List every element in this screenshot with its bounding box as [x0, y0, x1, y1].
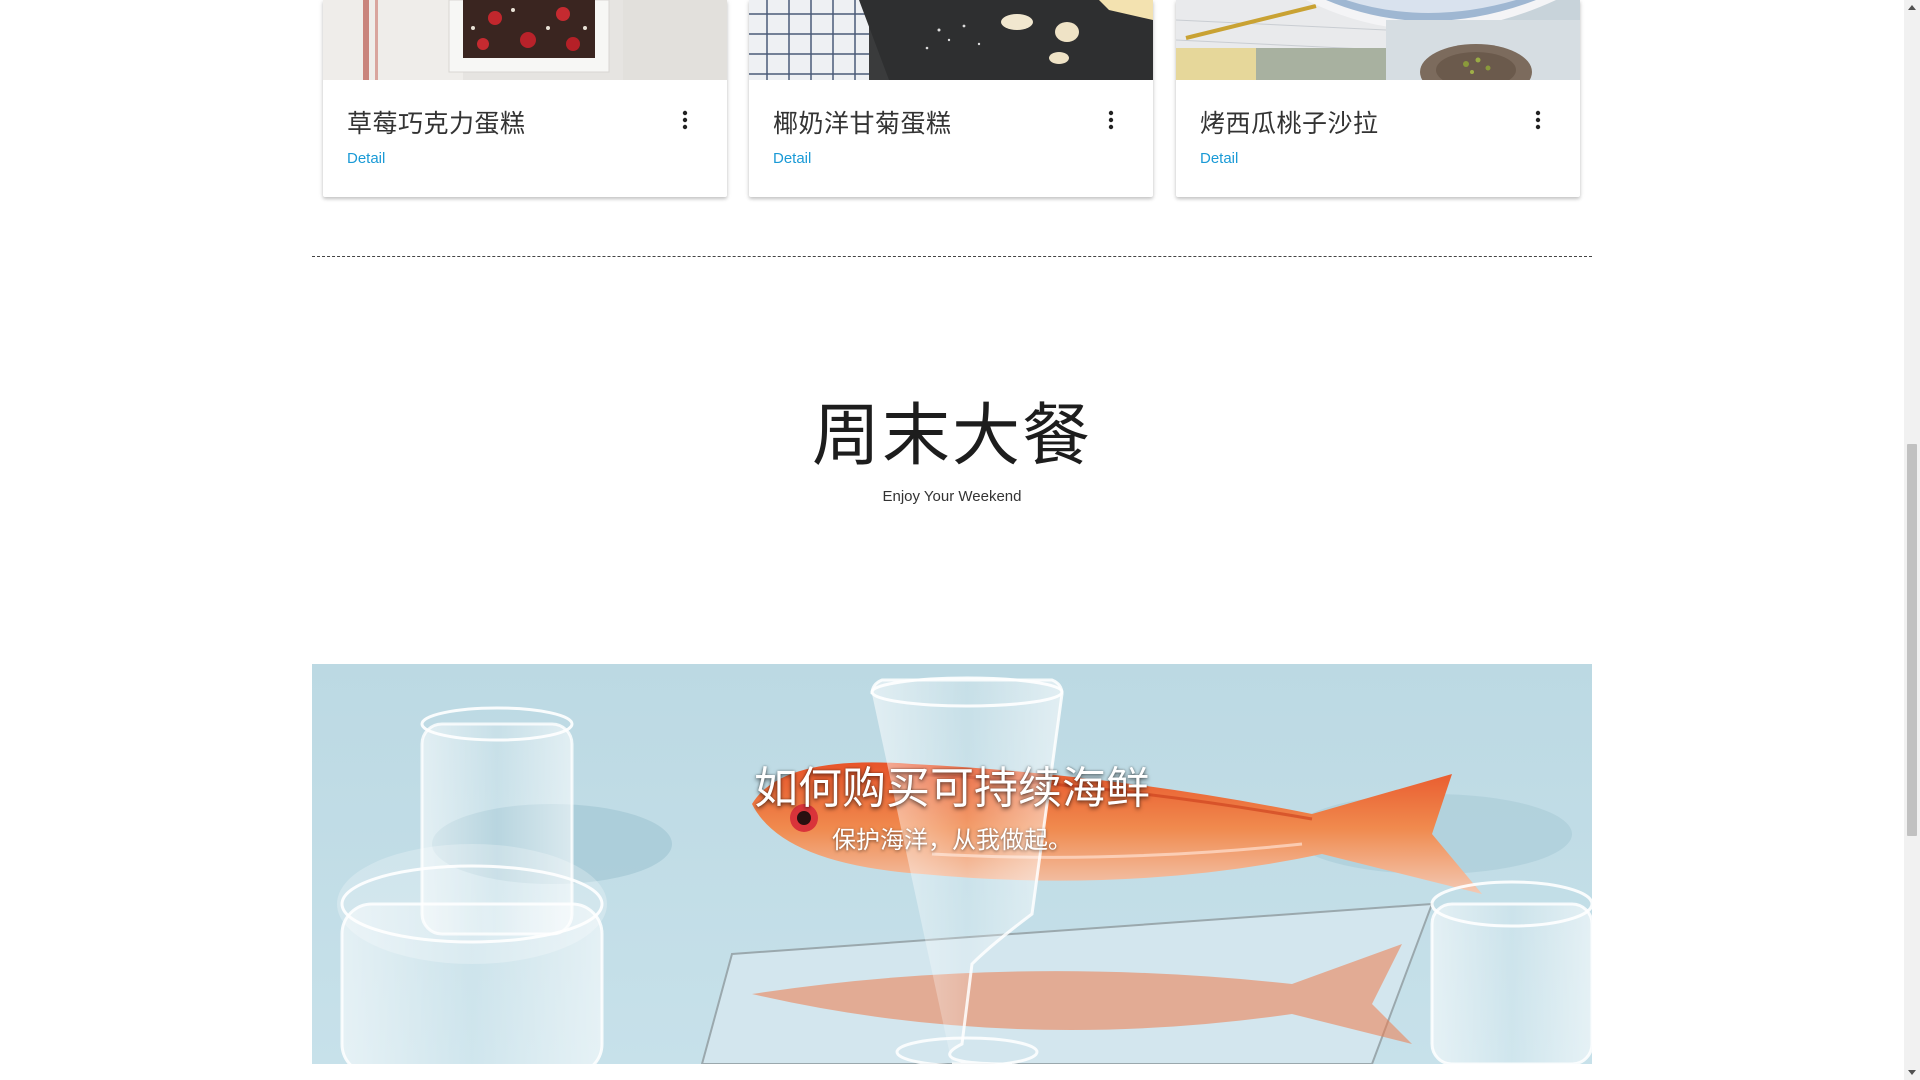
card-title: 烤西瓜桃子沙拉 — [1200, 110, 1379, 138]
banner-title: 如何购买可持续海鲜 — [754, 763, 1150, 814]
recipe-card-strawberry-chocolate-cake: 草莓巧克力蛋糕 Detail — [323, 0, 727, 197]
more-vert-icon[interactable] — [1526, 108, 1550, 132]
card-title: 椰奶洋甘菊蛋糕 — [773, 110, 952, 138]
card-image[interactable] — [323, 0, 727, 80]
scroll-up-arrow-icon[interactable] — [1904, 0, 1920, 16]
page: 草莓巧克力蛋糕 Detail 椰奶洋甘菊蛋糕 Detail 烤西瓜桃子沙拉 De… — [0, 0, 1920, 1080]
section-title: 周末大餐 — [811, 397, 1092, 476]
detail-link[interactable]: Detail — [347, 150, 385, 167]
card-title: 草莓巧克力蛋糕 — [347, 110, 526, 138]
section-divider — [312, 256, 1592, 257]
banner-subtitle: 保护海洋，从我做起。 — [832, 826, 1072, 854]
scrollbar-thumb[interactable] — [1907, 444, 1917, 836]
scroll-down-arrow-icon[interactable] — [1904, 1064, 1920, 1080]
card-image[interactable] — [1176, 0, 1580, 80]
detail-link[interactable]: Detail — [1200, 150, 1238, 167]
section-subtitle: Enjoy Your Weekend — [882, 488, 1022, 505]
watermelon-peach-salad-photo — [1176, 0, 1580, 80]
more-vert-icon[interactable] — [673, 108, 697, 132]
recipe-card-coconut-chamomile-cake: 椰奶洋甘菊蛋糕 Detail — [749, 0, 1153, 197]
vertical-scrollbar[interactable] — [1904, 0, 1920, 1080]
recipe-card-watermelon-peach-salad: 烤西瓜桃子沙拉 Detail — [1176, 0, 1580, 197]
more-vert-icon[interactable] — [1099, 108, 1123, 132]
strawberry-chocolate-cake-photo — [323, 0, 727, 80]
red-mullet-fish-on-mirror-photo — [312, 664, 1592, 1064]
detail-link[interactable]: Detail — [773, 150, 811, 167]
featured-banner[interactable]: 如何购买可持续海鲜 保护海洋，从我做起。 — [312, 664, 1592, 1064]
coconut-chamomile-cake-photo — [749, 0, 1153, 80]
card-image[interactable] — [749, 0, 1153, 80]
